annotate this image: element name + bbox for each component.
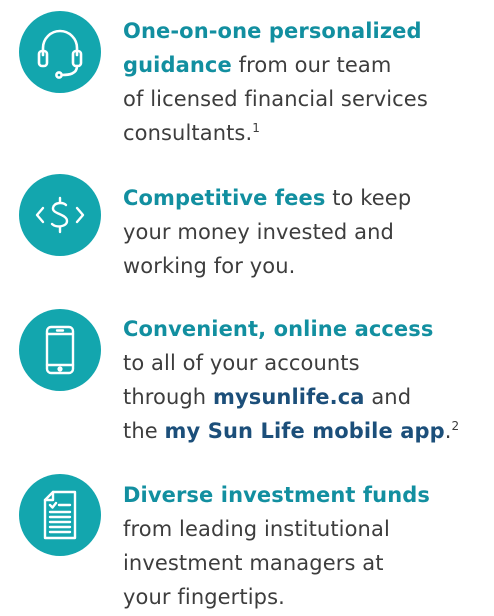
- feature-headline: One-on-one personalized: [123, 19, 422, 43]
- mobile-app-link[interactable]: my Sun Life mobile app: [165, 419, 445, 443]
- feature-description: from our team: [231, 53, 392, 77]
- feature-description: and: [364, 385, 412, 409]
- headset-icon: [19, 11, 101, 93]
- mysunlife-link[interactable]: mysunlife.ca: [213, 385, 365, 409]
- feature-headline: guidance: [123, 53, 232, 77]
- feature-description: working for you.: [123, 254, 296, 278]
- feature-description: .: [444, 419, 452, 443]
- feature-headline: Diverse investment funds: [123, 483, 430, 507]
- feature-description: of licensed financial services: [123, 87, 428, 111]
- feature-description: the: [123, 419, 165, 443]
- footnote-marker: 2: [451, 419, 460, 433]
- feature-description: your money invested and: [123, 220, 394, 244]
- feature-description: to all of your accounts: [123, 351, 360, 375]
- feature-description: your fingertips.: [123, 585, 285, 609]
- feature-headline: Convenient, online access: [123, 317, 434, 341]
- feature-description: investment managers at: [123, 551, 384, 575]
- feature-description: consultants.: [123, 121, 253, 145]
- dollar-code-icon: [19, 174, 101, 256]
- feature-description: to keep: [325, 186, 412, 210]
- footnote-marker: 1: [252, 121, 261, 135]
- document-checklist-icon: [19, 474, 101, 556]
- feature-headline: Competitive fees: [123, 186, 326, 210]
- feature-description: through: [123, 385, 213, 409]
- smartphone-icon: [19, 309, 101, 391]
- feature-description: from leading institutional: [123, 517, 390, 541]
